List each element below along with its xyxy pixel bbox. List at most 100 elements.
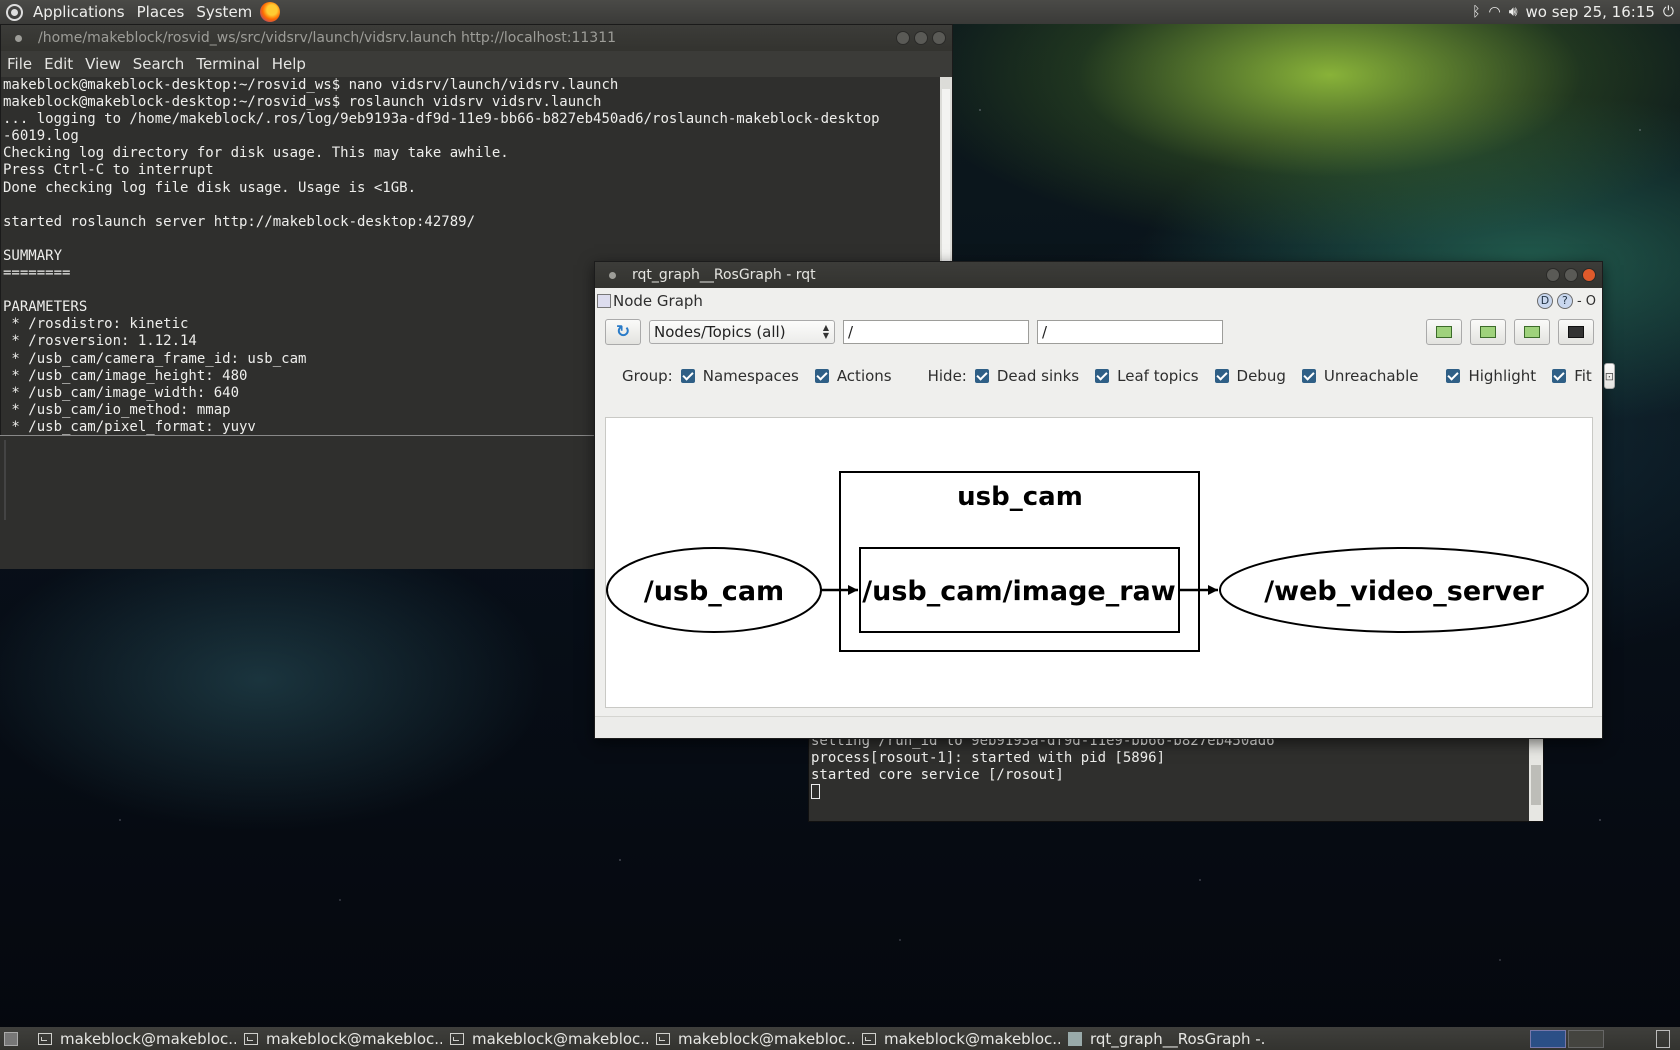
graph-canvas[interactable]: usb_cam /usb_cam /usb_cam/image_raw /web… bbox=[605, 417, 1593, 708]
power-icon[interactable]: ⏻ bbox=[1663, 4, 1674, 20]
system-tray: ᛒ ◠ 🔊︎ wo sep 25, 16:15 ⏻ bbox=[1472, 3, 1680, 21]
save-image-button[interactable] bbox=[1558, 319, 1594, 345]
save-svg-button[interactable] bbox=[1514, 319, 1550, 345]
checkbox-label: Leaf topics bbox=[1117, 367, 1199, 385]
taskbar-item-terminal[interactable]: makeblock@makebloc... bbox=[854, 1028, 1060, 1049]
checkbox-checked-icon bbox=[974, 369, 989, 383]
taskbar-item-terminal[interactable]: makeblock@makebloc... bbox=[30, 1028, 236, 1049]
menu-file[interactable]: File bbox=[1, 55, 38, 73]
menu-terminal[interactable]: Terminal bbox=[190, 55, 265, 73]
fit-icon: ⊡ bbox=[1604, 369, 1615, 383]
terminal-icon bbox=[656, 1032, 670, 1045]
plugin-close-button[interactable]: - O bbox=[1577, 294, 1596, 309]
docking-button[interactable]: D bbox=[1536, 293, 1553, 309]
workspace-switcher[interactable] bbox=[1530, 1029, 1604, 1048]
window-menu-icon[interactable] bbox=[15, 34, 22, 42]
checkbox-label: Highlight bbox=[1468, 367, 1537, 385]
plugin-title: Node Graph bbox=[613, 292, 703, 310]
menu-edit[interactable]: Edit bbox=[38, 55, 79, 73]
hide-leaf-topics-checkbox[interactable]: Leaf topics bbox=[1095, 367, 1199, 385]
terminal-titlebar[interactable]: /home/makeblock/rosvid_ws/src/vidsrv/lau… bbox=[1, 25, 952, 51]
checkbox-label: Unreachable bbox=[1323, 367, 1419, 385]
checkbox-label: Actions bbox=[836, 367, 892, 385]
help-button[interactable]: ? bbox=[1556, 293, 1573, 309]
plugin-header: Node Graph D ? - O bbox=[595, 288, 1602, 314]
minimize-button[interactable] bbox=[1546, 268, 1560, 282]
ros-graph[interactable]: usb_cam /usb_cam /usb_cam/image_raw /web… bbox=[606, 418, 1592, 707]
graph-toolbar: ↻ Nodes/Topics (all) ▲ ▼ / / bbox=[595, 314, 1602, 350]
menu-view[interactable]: View bbox=[79, 55, 127, 73]
clock[interactable]: wo sep 25, 16:15 bbox=[1526, 3, 1655, 21]
screen-icon bbox=[1568, 326, 1584, 338]
group-label: Group: bbox=[622, 367, 673, 385]
bluetooth-icon[interactable]: ᛒ bbox=[1472, 4, 1480, 20]
menu-system[interactable]: System bbox=[190, 3, 258, 21]
terminal-window-roscore[interactable]: setting /run_id to 9eb9193a-df9d-11e9-bb… bbox=[808, 730, 1544, 822]
trash-icon[interactable] bbox=[1656, 1029, 1670, 1048]
taskbar-item-terminal[interactable]: makeblock@makebloc... bbox=[648, 1028, 854, 1049]
show-desktop-icon[interactable] bbox=[4, 1031, 18, 1046]
hide-dead-sinks-checkbox[interactable]: Dead sinks bbox=[974, 367, 1079, 385]
highlight-checkbox[interactable]: Highlight bbox=[1446, 367, 1536, 385]
graph-options: Group: Namespaces Actions Hide: Dead sin… bbox=[595, 350, 1616, 402]
rqt-graph-window[interactable]: rqt_graph__RosGraph - rqt Node Graph D ?… bbox=[594, 261, 1616, 739]
wifi-icon[interactable]: ◠ bbox=[1488, 4, 1500, 20]
terminal-roscore-output[interactable]: setting /run_id to 9eb9193a-df9d-11e9-bb… bbox=[809, 733, 1529, 821]
namespace-cluster-label: usb_cam bbox=[957, 482, 1083, 512]
fit-checkbox[interactable]: Fit bbox=[1552, 367, 1592, 385]
save-image-icon bbox=[1480, 326, 1496, 338]
fit-in-view-button[interactable]: ⊡ bbox=[1603, 363, 1616, 389]
menu-places[interactable]: Places bbox=[131, 3, 191, 21]
taskbar-item-terminal[interactable]: makeblock@makebloc... bbox=[236, 1028, 442, 1049]
menu-help[interactable]: Help bbox=[266, 55, 312, 73]
terminal-window-lower[interactable] bbox=[0, 435, 595, 569]
checkbox-checked-icon bbox=[680, 369, 695, 383]
taskbar-item-label: makeblock@makebloc... bbox=[472, 1029, 648, 1048]
terminal-icon bbox=[450, 1032, 464, 1045]
close-button[interactable] bbox=[1582, 268, 1596, 282]
namespace-filter-input[interactable]: / bbox=[843, 320, 1029, 344]
taskbar-item-rqt[interactable]: rqt_graph__RosGraph -... bbox=[1060, 1028, 1266, 1049]
volume-icon[interactable]: 🔊︎ bbox=[1509, 4, 1518, 20]
rqt-icon bbox=[1068, 1031, 1082, 1046]
terminal-roscore-text: setting /run_id to 9eb9193a-df9d-11e9-bb… bbox=[811, 733, 1275, 784]
checkbox-checked-icon bbox=[1301, 369, 1316, 383]
taskbar-item-label: makeblock@makebloc... bbox=[884, 1029, 1060, 1048]
taskbar-item-terminal[interactable]: makeblock@makebloc... bbox=[442, 1028, 648, 1049]
hide-debug-checkbox[interactable]: Debug bbox=[1214, 367, 1286, 385]
workspace-1[interactable] bbox=[1530, 1029, 1566, 1048]
topic-filter-input[interactable]: / bbox=[1037, 320, 1223, 344]
checkbox-checked-icon bbox=[1446, 369, 1461, 383]
menu-search[interactable]: Search bbox=[127, 55, 191, 73]
close-button[interactable] bbox=[932, 31, 946, 45]
checkbox-label: Namespaces bbox=[702, 367, 799, 385]
rqt-statusbar bbox=[595, 716, 1602, 738]
terminal-roscore-scrollbar[interactable] bbox=[1529, 731, 1543, 821]
menu-applications[interactable]: Applications bbox=[27, 3, 131, 21]
firefox-icon[interactable] bbox=[260, 2, 281, 22]
graph-mode-select[interactable]: Nodes/Topics (all) ▲ ▼ bbox=[649, 320, 835, 344]
refresh-button[interactable]: ↻ bbox=[605, 319, 641, 345]
rqt-titlebar[interactable]: rqt_graph__RosGraph - rqt bbox=[595, 262, 1602, 288]
taskbar-item-label: makeblock@makebloc... bbox=[266, 1029, 442, 1048]
terminal-menubar: File Edit View Search Terminal Help bbox=[1, 51, 952, 77]
rqt-title: rqt_graph__RosGraph - rqt bbox=[632, 267, 816, 283]
bottom-taskbar: makeblock@makebloc... makeblock@makebloc… bbox=[0, 1027, 1680, 1050]
group-namespaces-checkbox[interactable]: Namespaces bbox=[680, 367, 799, 385]
terminal-icon bbox=[244, 1032, 258, 1045]
maximize-button[interactable] bbox=[1564, 268, 1578, 282]
terminal-title: /home/makeblock/rosvid_ws/src/vidsrv/lau… bbox=[38, 30, 617, 46]
workspace-2[interactable] bbox=[1568, 1029, 1604, 1048]
select-arrows-icon: ▲ ▼ bbox=[822, 323, 829, 340]
terminal-cursor bbox=[811, 784, 820, 800]
window-menu-icon[interactable] bbox=[609, 271, 616, 279]
ubuntu-logo-icon[interactable] bbox=[6, 3, 23, 21]
save-dot-button[interactable] bbox=[1470, 319, 1506, 345]
minimize-button[interactable] bbox=[896, 31, 910, 45]
checkbox-checked-icon bbox=[1552, 369, 1567, 383]
group-actions-checkbox[interactable]: Actions bbox=[814, 367, 892, 385]
hide-unreachable-checkbox[interactable]: Unreachable bbox=[1301, 367, 1419, 385]
maximize-button[interactable] bbox=[914, 31, 928, 45]
load-dot-button[interactable] bbox=[1426, 319, 1462, 345]
top-panel: Applications Places System ᛒ ◠ 🔊︎ wo sep… bbox=[0, 0, 1680, 24]
